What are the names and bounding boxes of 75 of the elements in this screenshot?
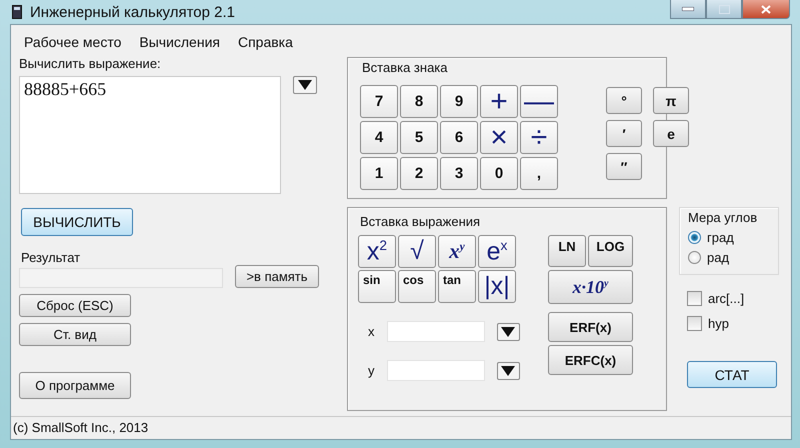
close-button[interactable] (742, 0, 790, 19)
dropdown-button[interactable] (496, 362, 520, 380)
key-button[interactable]: 4 (360, 121, 398, 154)
key-button[interactable]: — (520, 85, 558, 118)
dropdown-button[interactable] (293, 76, 317, 94)
key-button[interactable]: 7 (360, 85, 398, 118)
variable-label: x (368, 324, 376, 339)
function-button[interactable]: cos (398, 270, 436, 303)
maximize-button[interactable] (706, 0, 742, 19)
checkbox[interactable] (687, 291, 702, 306)
radio-label: град (707, 230, 734, 245)
checkbox-label: hyp (708, 316, 729, 331)
group-title: Вставка выражения (360, 214, 482, 229)
function-button[interactable]: LOG (588, 235, 633, 267)
key-button[interactable]: 8 (400, 85, 438, 118)
calculate-button[interactable]: ВЫЧИСЛИТЬ (21, 208, 133, 236)
key-button[interactable]: 3 (440, 157, 478, 190)
triangle-icon (298, 80, 312, 90)
group-title: Мера углов (688, 210, 758, 225)
memory-button[interactable]: >в память (235, 265, 319, 288)
group-title: Вставка знака (362, 60, 449, 75)
function-button[interactable]: e$^{x}$ (478, 235, 516, 268)
key-button[interactable]: 1 (360, 157, 398, 190)
symbol-button[interactable]: π (653, 87, 689, 114)
function-button[interactable]: x$^{2}$ (358, 235, 396, 268)
menu-item[interactable]: Рабочее место (15, 32, 130, 52)
app-icon (12, 5, 22, 19)
radio-label: рад (707, 250, 730, 265)
minimize-icon (682, 7, 694, 11)
function-button[interactable]: tan (438, 270, 476, 303)
key-button[interactable]: 2 (400, 157, 438, 190)
close-icon (761, 4, 771, 14)
variable-field[interactable] (387, 321, 485, 342)
function-button[interactable]: √ (398, 235, 436, 268)
key-button[interactable]: 5 (400, 121, 438, 154)
key-button[interactable]: ÷ (520, 121, 558, 154)
window-title: Инженерный калькулятор 2.1 (30, 4, 236, 20)
checkbox[interactable] (687, 316, 702, 331)
field-label: Результат (21, 250, 80, 265)
dropdown-button[interactable] (496, 322, 520, 340)
function-button[interactable]: ERFC(x) (548, 345, 633, 375)
key-button[interactable]: + (480, 85, 518, 118)
menu-item[interactable]: Вычисления (130, 32, 229, 52)
minimize-button[interactable] (670, 0, 706, 19)
symbol-button[interactable]: e (653, 120, 689, 147)
key-button[interactable]: , (520, 157, 558, 190)
radio-button[interactable] (688, 231, 701, 244)
symbol-button[interactable]: ″ (606, 153, 642, 180)
field-label: Вычислить выражение: (19, 56, 161, 71)
function-button[interactable]: x·10$^{y}$ (548, 270, 633, 304)
checkbox-label: arc[...] (708, 291, 744, 306)
symbol-button[interactable]: ′ (606, 120, 642, 147)
button[interactable]: О программе (19, 372, 131, 399)
maximize-icon (718, 4, 730, 14)
menu-item[interactable]: Справка (228, 32, 302, 52)
function-button[interactable]: sin (358, 270, 396, 303)
function-button[interactable]: LN (548, 235, 586, 267)
status-bar: (c) SmallSoft Inc., 2013 (11, 416, 791, 437)
function-button[interactable]: x$^{y}$ (438, 235, 476, 268)
stat-button[interactable]: СТАТ (687, 361, 777, 388)
radio-button[interactable] (688, 251, 701, 264)
variable-field[interactable] (387, 360, 485, 381)
key-button[interactable]: 9 (440, 85, 478, 118)
function-button[interactable]: ERF(x) (548, 312, 633, 342)
variable-label: y (368, 363, 376, 378)
symbol-button[interactable]: ° (606, 87, 642, 114)
function-button[interactable]: |x| (478, 270, 516, 303)
expression-field[interactable]: 88885+665 (19, 76, 281, 194)
triangle-icon (501, 366, 516, 376)
key-button[interactable]: 6 (440, 121, 478, 154)
key-button[interactable]: 0 (480, 157, 518, 190)
triangle-icon (501, 326, 516, 336)
key-button[interactable]: × (480, 121, 518, 154)
button[interactable]: Ст. вид (19, 323, 131, 346)
button[interactable]: Сброс (ESC) (19, 294, 131, 317)
